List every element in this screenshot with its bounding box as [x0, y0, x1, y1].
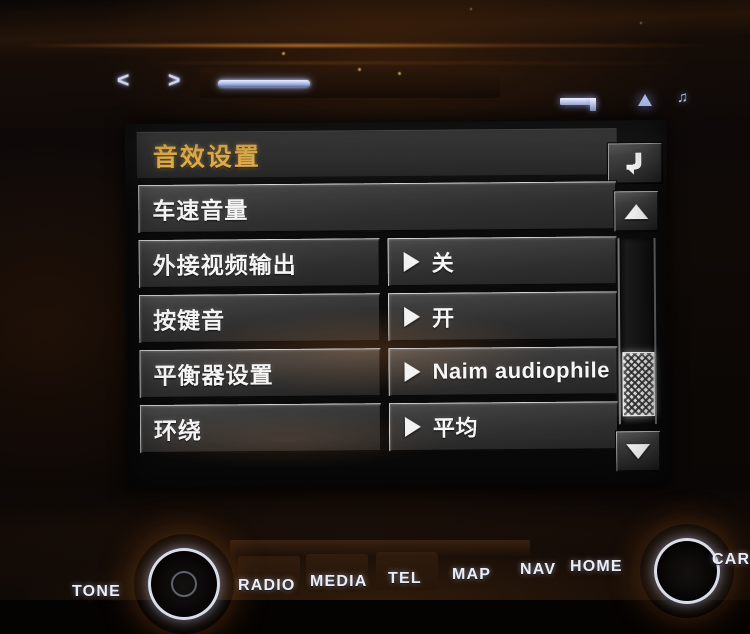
lens-dust	[470, 8, 472, 10]
lens-dust	[640, 22, 642, 24]
bezel-highlight	[20, 44, 720, 47]
table-row[interactable]: 外接视频输出 关	[137, 235, 618, 290]
setting-value: 平均	[432, 415, 479, 441]
lcd-screen: 音效设置 车速音量 外接视频输出 关 按键音 开 平衡器设置 Naim audi…	[124, 119, 670, 489]
scrollbar[interactable]	[613, 189, 662, 473]
setting-value: 开	[432, 305, 455, 331]
back-button[interactable]	[606, 141, 664, 185]
table-row[interactable]: 按键音 开	[137, 290, 619, 345]
radio-button[interactable]: RADIO	[238, 577, 296, 595]
setting-value: 关	[431, 250, 455, 276]
volume-power-knob[interactable]	[148, 548, 220, 620]
cd-slot-indicator	[218, 80, 310, 87]
setting-label-cell-1[interactable]: 外接视频输出	[137, 237, 381, 290]
setting-value-cell-3[interactable]: Naim audiophile	[387, 345, 619, 398]
upper-bezel	[0, 0, 750, 128]
lens-speck	[358, 68, 361, 71]
tone-button[interactable]: TONE	[72, 583, 121, 601]
triangle-down-icon	[626, 443, 651, 459]
setting-value-cell-4[interactable]: 平均	[387, 400, 620, 453]
setting-value-cell-2[interactable]: 开	[386, 290, 619, 343]
triangle-up-icon	[624, 203, 649, 219]
triangle-right-icon	[403, 251, 420, 272]
nav-button[interactable]: NAV	[520, 561, 556, 579]
setting-value-cell-1[interactable]: 关	[386, 235, 618, 288]
setting-label-cell-2[interactable]: 按键音	[137, 292, 382, 345]
triangle-right-icon	[404, 306, 421, 327]
menu-select-knob[interactable]	[654, 538, 720, 604]
next-track-button[interactable]: >	[168, 70, 180, 91]
music-note-icon[interactable]: ♫	[677, 90, 688, 105]
table-row[interactable]: 车速音量	[137, 180, 618, 235]
setting-label: 车速音量	[152, 197, 249, 224]
scrollbar-track[interactable]	[617, 237, 657, 425]
setting-label: 按键音	[153, 307, 226, 334]
triangle-icon[interactable]	[638, 94, 652, 106]
screen-content: 音效设置 车速音量 外接视频输出 关 按键音 开 平衡器设置 Naim audi…	[124, 119, 670, 489]
map-button[interactable]: MAP	[452, 566, 491, 584]
scrollbar-thumb[interactable]	[622, 351, 655, 417]
scroll-up-button[interactable]	[613, 189, 660, 233]
setting-label-cell-0[interactable]: 车速音量	[137, 180, 618, 235]
triangle-right-icon	[404, 361, 421, 382]
setting-label: 外接视频输出	[152, 251, 297, 279]
media-button[interactable]: MEDIA	[310, 573, 368, 591]
setting-label-cell-4[interactable]: 环绕	[138, 402, 383, 455]
settings-list: 车速音量 外接视频输出 关 按键音 开 平衡器设置 Naim audiophil…	[137, 180, 620, 455]
table-row[interactable]: 环绕 平均	[138, 400, 620, 455]
setting-label: 平衡器设置	[153, 361, 274, 389]
screen-title-bar: 音效设置	[136, 128, 617, 179]
car-button[interactable]: CAR	[712, 551, 750, 569]
setting-label: 环绕	[153, 417, 203, 444]
tel-button[interactable]: TEL	[388, 570, 422, 588]
home-button[interactable]: HOME	[570, 558, 623, 576]
triangle-right-icon	[404, 416, 422, 437]
eject-icon[interactable]	[560, 98, 596, 111]
table-row[interactable]: 平衡器设置 Naim audiophile	[138, 345, 619, 400]
lens-speck	[282, 52, 285, 55]
lens-speck	[398, 72, 401, 75]
bezel-highlight-secondary	[140, 62, 700, 64]
scroll-down-button[interactable]	[614, 429, 662, 473]
setting-label-cell-3[interactable]: 平衡器设置	[138, 347, 382, 400]
car-infotainment-head-unit: < > ♫ 音效设置 车速音量 外接视频输出 关 按键音 开 平衡器设置 Nai…	[0, 0, 750, 620]
page-title: 音效设置	[152, 142, 261, 172]
setting-value: Naim audiophile	[432, 357, 611, 384]
back-arrow-icon	[626, 152, 642, 175]
prev-track-button[interactable]: <	[117, 70, 129, 91]
